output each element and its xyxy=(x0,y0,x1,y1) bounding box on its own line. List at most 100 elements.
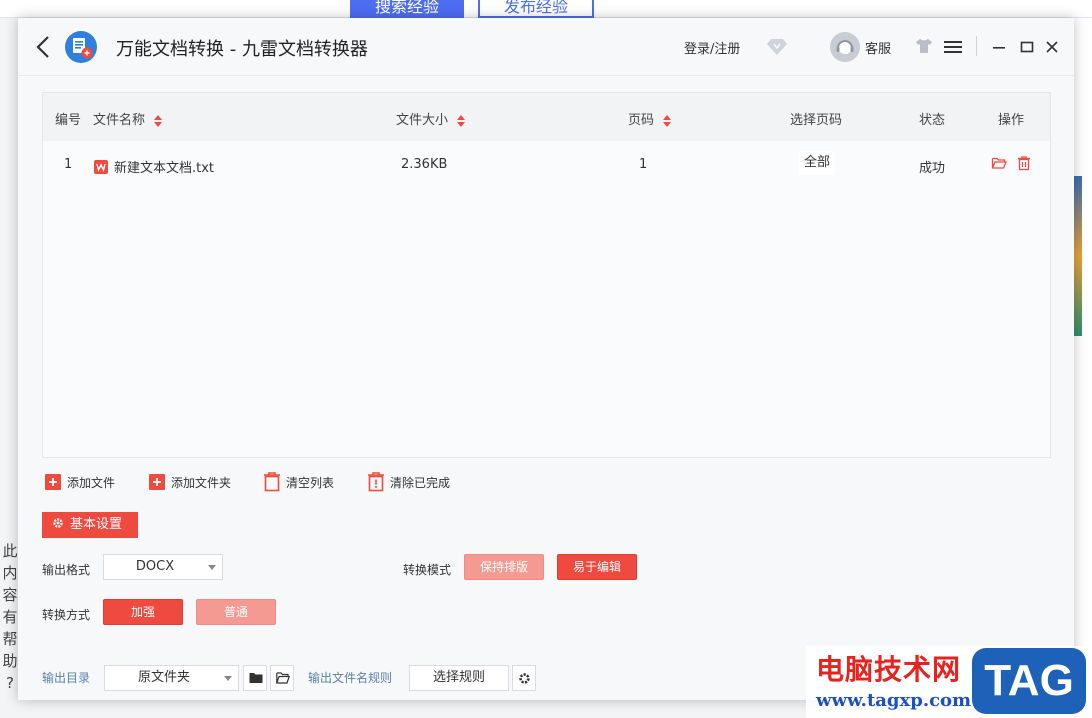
row-open-folder[interactable] xyxy=(991,155,1007,175)
document-logo-icon xyxy=(65,31,97,63)
header-name[interactable]: 文件名称 xyxy=(93,109,163,128)
open-output-folder-button[interactable] xyxy=(270,665,294,691)
open-folder-icon[interactable] xyxy=(991,155,1007,171)
minimize-icon[interactable] xyxy=(992,40,1006,54)
keep-layout-button[interactable]: 保持排版 xyxy=(464,554,544,580)
titlebar-divider xyxy=(976,36,977,56)
add-folder-label: 添加文件夹 xyxy=(171,476,232,490)
header-status: 状态 xyxy=(919,113,946,128)
background-right-column xyxy=(1072,18,1092,718)
vip-diamond-icon[interactable] xyxy=(766,38,788,56)
menu-icon[interactable] xyxy=(944,40,962,54)
helpful-char: 助 xyxy=(2,652,18,670)
row-delete[interactable] xyxy=(1016,155,1032,175)
sort-icon[interactable] xyxy=(456,114,466,128)
open-folder-icon xyxy=(276,672,290,684)
basic-settings-tab[interactable]: 基本设置 xyxy=(42,512,138,538)
clear-list-label: 清空列表 xyxy=(286,476,335,490)
tab-search-experience[interactable]: 搜索经验 xyxy=(350,0,464,18)
chevron-left-icon xyxy=(36,36,49,58)
output-dir-value: 原文件夹 xyxy=(137,670,190,685)
watermark: 电脑技术网 www.tagxp.com TAG xyxy=(806,646,1092,718)
clear-completed-icon xyxy=(368,472,384,492)
helpful-char: 帮 xyxy=(2,630,18,648)
clear-completed-button[interactable]: 清除已完成 xyxy=(367,472,450,492)
gear-icon xyxy=(53,518,63,528)
sort-icon[interactable] xyxy=(662,114,672,128)
browser-top-nav: 搜索经验 发布经验 xyxy=(0,0,1092,18)
header-pages[interactable]: 页码 xyxy=(628,109,672,128)
row-page-select[interactable]: 全部 xyxy=(799,151,835,175)
gear-icon xyxy=(519,673,530,684)
row-name-text: 新建文本文档.txt xyxy=(114,161,215,176)
sort-icon[interactable] xyxy=(153,114,163,128)
output-dir-label: 输出目录 xyxy=(42,671,91,685)
output-format-value: DOCX xyxy=(135,559,175,574)
header-actions: 操作 xyxy=(998,113,1025,128)
title-bar: 万能文档转换 - 九雷文档转换器 登录/注册 客服 xyxy=(18,18,1074,76)
helpful-prompt: 此 内 容 有 帮 助 ? xyxy=(0,540,20,694)
output-format-select[interactable]: DOCX xyxy=(103,554,223,580)
add-folder-icon xyxy=(149,474,165,490)
app-logo xyxy=(64,30,98,64)
background-thumbnail xyxy=(1074,176,1082,336)
row-pages: 1 xyxy=(639,157,648,172)
headset-icon xyxy=(836,40,854,54)
add-file-button[interactable]: 添加文件 xyxy=(44,472,115,492)
helpful-char: 容 xyxy=(2,586,18,604)
table-row[interactable]: 1 新建文本文档.txt 2.36KB 1 全部 成功 xyxy=(43,141,1050,187)
helpful-char: 有 xyxy=(2,608,18,626)
enhanced-method-button[interactable]: 加强 xyxy=(103,599,183,625)
choose-rule-label: 选择规则 xyxy=(432,670,485,685)
folder-icon xyxy=(249,673,263,683)
row-name: 新建文本文档.txt xyxy=(93,157,214,176)
helpful-char: 此 xyxy=(2,542,18,560)
customer-service-label[interactable]: 客服 xyxy=(865,38,891,57)
row-index: 1 xyxy=(64,157,73,172)
header-size[interactable]: 文件大小 xyxy=(396,109,466,128)
output-format-label: 输出格式 xyxy=(42,563,91,577)
clear-list-button[interactable]: 清空列表 xyxy=(263,472,334,492)
browse-folder-button[interactable] xyxy=(243,665,267,691)
watermark-cn-text: 电脑技术网 xyxy=(816,653,962,686)
row-status: 成功 xyxy=(919,161,946,176)
output-dir-select[interactable]: 原文件夹 xyxy=(104,665,239,691)
close-icon[interactable] xyxy=(1044,39,1060,55)
header-name-label: 文件名称 xyxy=(93,113,146,128)
convert-mode-label: 转换模式 xyxy=(403,563,452,577)
tab-publish-experience[interactable]: 发布经验 xyxy=(478,0,594,18)
add-folder-button[interactable]: 添加文件夹 xyxy=(148,472,231,492)
app-title: 万能文档转换 - 九雷文档转换器 xyxy=(116,39,368,60)
converter-window: 万能文档转换 - 九雷文档转换器 登录/注册 客服 编号 文件名称 文件大小 页… xyxy=(18,18,1074,700)
chevron-down-icon xyxy=(208,565,216,570)
customer-service-avatar[interactable] xyxy=(830,32,860,62)
file-table: 编号 文件名称 文件大小 页码 选择页码 状态 操作 1 新建文本文档.txt … xyxy=(42,92,1051,458)
easy-edit-button[interactable]: 易于编辑 xyxy=(557,554,637,580)
table-header: 编号 文件名称 文件大小 页码 选择页码 状态 操作 xyxy=(43,93,1050,141)
row-size: 2.36KB xyxy=(401,157,448,172)
maximize-icon[interactable] xyxy=(1020,40,1034,54)
skin-tshirt-icon[interactable] xyxy=(915,38,933,54)
convert-method-label: 转换方式 xyxy=(42,608,91,622)
header-select-pages: 选择页码 xyxy=(790,113,843,128)
header-size-label: 文件大小 xyxy=(396,113,449,128)
header-pages-label: 页码 xyxy=(628,113,655,128)
clear-completed-label: 清除已完成 xyxy=(390,476,451,490)
watermark-tag-logo: TAG xyxy=(972,648,1086,714)
login-register-link[interactable]: 登录/注册 xyxy=(684,38,740,57)
helpful-char: 内 xyxy=(2,564,18,582)
choose-rule-button[interactable]: 选择规则 xyxy=(409,665,509,691)
back-button[interactable] xyxy=(32,34,56,60)
word-file-icon xyxy=(94,160,108,174)
watermark-url-text: www.tagxp.com xyxy=(816,690,972,711)
trash-icon xyxy=(264,472,280,492)
basic-settings-label: 基本设置 xyxy=(70,517,123,532)
rule-settings-button[interactable] xyxy=(512,665,536,691)
add-file-icon xyxy=(45,474,61,490)
helpful-char: ? xyxy=(6,674,14,692)
chevron-down-icon xyxy=(224,676,232,681)
trash-icon[interactable] xyxy=(1016,155,1032,171)
header-index: 编号 xyxy=(55,113,82,128)
normal-method-button[interactable]: 普通 xyxy=(196,599,276,625)
filename-rule-label: 输出文件名规则 xyxy=(308,671,393,685)
